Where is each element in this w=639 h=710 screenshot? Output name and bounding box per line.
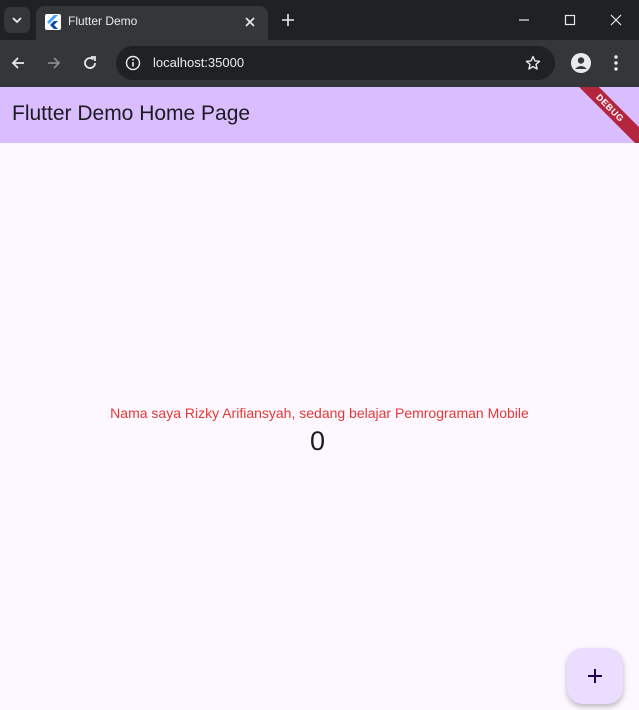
flutter-favicon-icon xyxy=(45,14,61,30)
page-title: Flutter Demo Home Page xyxy=(12,102,251,125)
close-icon xyxy=(245,17,255,27)
close-icon xyxy=(610,14,622,26)
site-info-button[interactable] xyxy=(122,52,144,74)
maximize-button[interactable] xyxy=(547,0,593,40)
reload-icon xyxy=(84,56,96,69)
app-body: Nama saya Rizky Arifiansyah, sedang bela… xyxy=(0,143,639,710)
maximize-icon xyxy=(564,14,576,26)
tab-title: Flutter Demo xyxy=(68,14,138,28)
browser-tab[interactable]: Flutter Demo xyxy=(36,6,268,40)
increment-button[interactable] xyxy=(567,648,623,704)
debug-banner: DEBUG xyxy=(566,87,639,143)
arrow-right-icon xyxy=(48,57,61,69)
minimize-icon xyxy=(519,19,529,21)
plus-icon xyxy=(282,14,294,26)
intro-message: Nama saya Rizky Arifiansyah, sedang bela… xyxy=(110,405,529,421)
browser-menu-button[interactable] xyxy=(606,51,626,75)
plus-icon xyxy=(588,669,602,683)
window-close-button[interactable] xyxy=(593,0,639,40)
profile-button[interactable] xyxy=(569,51,593,75)
tab-close-button[interactable] xyxy=(240,12,260,32)
url-text[interactable]: localhost:35000 xyxy=(153,55,244,70)
tab-search-button[interactable] xyxy=(4,7,30,33)
chevron-down-icon xyxy=(12,17,22,24)
app-bar: Flutter Demo Home Page DEBUG xyxy=(0,87,639,143)
profile-icon xyxy=(571,53,591,73)
counter-value: 0 xyxy=(309,426,326,456)
browser-toolbar: localhost:35000 xyxy=(0,40,639,87)
back-button[interactable] xyxy=(5,50,31,76)
more-vertical-icon xyxy=(614,55,618,71)
minimize-button[interactable] xyxy=(501,0,547,40)
address-bar[interactable]: localhost:35000 xyxy=(116,46,555,80)
browser-tab-strip: Flutter Demo xyxy=(0,0,639,40)
info-icon xyxy=(125,55,141,71)
new-tab-button[interactable] xyxy=(277,9,299,31)
forward-button[interactable] xyxy=(41,50,67,76)
arrow-left-icon xyxy=(11,57,24,69)
bookmark-button[interactable] xyxy=(523,53,543,73)
star-icon xyxy=(525,55,541,70)
reload-button[interactable] xyxy=(77,50,103,76)
